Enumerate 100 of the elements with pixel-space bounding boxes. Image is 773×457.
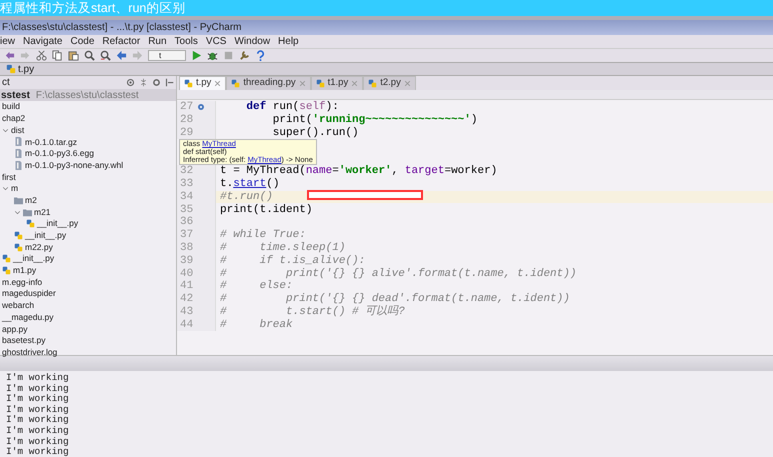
tree-item[interactable]: webarch (2, 299, 34, 312)
line-number: 33 (180, 176, 194, 192)
tree-item[interactable]: m1.py (13, 264, 36, 277)
bug-icon[interactable] (207, 50, 218, 61)
code-line: print(t.ident) (219, 202, 312, 218)
line-number: 36 (180, 215, 194, 230)
code-line: # time.sleep(1) (219, 240, 346, 255)
console-line: I'm working (6, 426, 70, 437)
python-file-icon (368, 79, 378, 88)
settings-icon[interactable] (152, 78, 161, 87)
python-file-icon (184, 79, 193, 88)
python-file-icon (316, 79, 325, 88)
line-number: 35 (180, 202, 194, 216)
tree-item[interactable]: m (11, 182, 18, 196)
wrench-icon[interactable] (239, 50, 250, 61)
console-line: I'm working (6, 373, 70, 384)
back-icon[interactable] (116, 50, 127, 61)
help-icon[interactable] (255, 50, 266, 61)
code-line: def run(self): (245, 100, 339, 114)
copy-icon[interactable] (52, 50, 63, 61)
menu-item[interactable]: Tools (174, 35, 198, 48)
archive-file-icon (14, 137, 23, 146)
line-number: 29 (180, 126, 194, 140)
replace-icon[interactable] (100, 50, 111, 61)
hide-panel-icon[interactable] (165, 78, 174, 87)
tree-item[interactable]: first (2, 170, 16, 184)
code-line: print('running~~~~~~~~~~~~~~~') (272, 112, 478, 127)
tree-item[interactable]: build (2, 100, 20, 114)
code-line: super().run() (272, 126, 359, 141)
line-number: 27 (180, 100, 194, 114)
project-path: F:\classes\stu\classtest (36, 88, 139, 102)
editor-tab[interactable]: threading.py (226, 76, 311, 90)
menu-item[interactable]: Window (234, 35, 270, 48)
menu-item[interactable]: VCS (206, 35, 226, 48)
tab-label: threading.py (243, 76, 296, 90)
code-line: # while True: (219, 228, 306, 242)
python-file-icon (231, 79, 240, 88)
menu-item[interactable]: iew (0, 35, 16, 48)
editor-tab[interactable]: t2.py (363, 76, 416, 90)
line-number: 40 (180, 266, 194, 280)
override-marker-icon[interactable] (197, 103, 206, 112)
archive-file-icon (14, 149, 23, 158)
line-number: 34 (180, 190, 194, 204)
console-line: I'm working (6, 384, 70, 394)
code-line: t.start() (219, 176, 280, 191)
tree-item[interactable]: m22.py (25, 240, 53, 254)
line-number: 38 (180, 240, 194, 256)
tree-item[interactable]: m21 (34, 206, 51, 218)
line-number: 32 (180, 164, 194, 178)
code-line: # if t.is_alive(): (219, 254, 366, 268)
tree-item[interactable]: m-0.1.0-py3-none-any.whl (25, 158, 124, 172)
tree-item[interactable]: m-0.1.0.tar.gz (25, 136, 77, 148)
menu-item[interactable]: Help (278, 35, 299, 48)
menu-item[interactable]: Refactor (102, 35, 140, 48)
line-number: 44 (180, 318, 194, 333)
tree-item[interactable]: m.egg-info (2, 276, 42, 289)
tree-item[interactable]: ghostdriver.log (2, 346, 58, 359)
tree-item[interactable]: basetest.py (2, 334, 46, 347)
tree-item[interactable]: mageduspider (2, 287, 56, 300)
tree-item[interactable]: app.py (2, 322, 28, 336)
tree-item[interactable]: __init__.py (37, 217, 78, 230)
run-config-dropdown[interactable]: t (148, 50, 186, 61)
project-root-name[interactable]: sstest (1, 88, 30, 102)
tab-label: t1.py (328, 76, 348, 90)
code-line: # print('{} {} dead'.format(t.name, t.ident)) (219, 292, 570, 306)
editor-tab[interactable]: t.py (179, 76, 226, 90)
tree-item[interactable]: m-0.1.0-py3.6.egg (25, 147, 94, 160)
editor-tab[interactable]: t1.py (310, 76, 364, 90)
console-line: I'm working (6, 415, 70, 426)
line-number: 37 (180, 228, 194, 242)
code-line: # break (219, 318, 293, 333)
console-line: I'm working (6, 404, 70, 415)
collapse-icon[interactable] (139, 78, 148, 87)
tree-item[interactable]: m2 (25, 194, 37, 207)
close-icon[interactable] (214, 80, 222, 87)
python-file-icon (6, 64, 16, 74)
line-number: 39 (180, 254, 194, 268)
banner-title: 程属性和方法及start、run的区别 (0, 1, 186, 15)
tree-item[interactable]: dist (11, 124, 24, 137)
undo-icon[interactable] (4, 50, 15, 61)
tree-item[interactable]: __magedu.py (2, 310, 54, 324)
tab-label: t.py (196, 76, 212, 90)
line-number: 42 (180, 292, 194, 306)
menu-item[interactable]: Navigate (23, 35, 62, 48)
line-number: 41 (180, 279, 194, 294)
tab-label: t2.py (380, 76, 401, 90)
cut-icon[interactable] (36, 50, 47, 61)
paste-icon[interactable] (68, 50, 79, 61)
target-icon[interactable] (126, 78, 135, 87)
tree-item[interactable]: chap2 (2, 112, 26, 125)
menu-item[interactable]: Run (148, 35, 167, 48)
tree-item[interactable]: __init__.py (13, 252, 54, 266)
code-line: # print('{} {} alive'.format(t.name, t.ident)) (219, 266, 576, 280)
breadcrumb-item[interactable]: t.py (18, 62, 34, 76)
tree-item[interactable]: __init__.py (25, 229, 66, 242)
code-line: # t.start() # 可以吗? (219, 304, 405, 319)
archive-file-icon (14, 160, 23, 170)
search-icon[interactable] (84, 50, 95, 61)
project-view-dropdown[interactable]: ct (2, 75, 10, 90)
menu-item[interactable]: Code (70, 35, 94, 48)
